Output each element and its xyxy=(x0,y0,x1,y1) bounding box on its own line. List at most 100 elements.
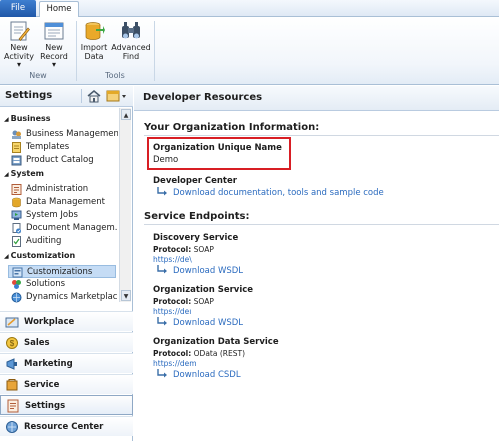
advanced-find-button[interactable]: Advanced Find xyxy=(111,20,151,61)
new-record-icon xyxy=(44,22,64,40)
protocol-value: OData (REST) xyxy=(193,349,245,358)
ribbon-separator xyxy=(154,21,155,81)
nav-title: Settings xyxy=(5,90,53,101)
resource-center-icon xyxy=(6,421,18,433)
import-data-button[interactable]: Import Data xyxy=(78,20,110,61)
svg-text:$: $ xyxy=(10,339,15,348)
tree-item-label: System Jobs xyxy=(26,210,78,220)
nav-header-divider xyxy=(81,89,82,103)
tree-item-administration[interactable]: Administration xyxy=(8,183,116,196)
menu-icon[interactable] xyxy=(106,89,128,103)
section-divider xyxy=(144,224,499,225)
scroll-down-icon[interactable]: ▼ xyxy=(121,290,131,301)
link-label: Download WSDL xyxy=(173,318,244,328)
tree-item-document-management[interactable]: Document Managem... xyxy=(8,222,118,235)
tree-item-label: Auditing xyxy=(26,236,62,246)
section-divider xyxy=(144,135,499,136)
tree-item-dynamics-marketplace[interactable]: Dynamics Marketplace xyxy=(8,291,118,304)
service-endpoints-heading: Service Endpoints: xyxy=(144,211,250,222)
solutions-icon xyxy=(12,280,21,289)
advanced-find-icon xyxy=(122,22,140,39)
area-settings[interactable]: Settings xyxy=(0,395,133,415)
ribbon-group-tools: Tools xyxy=(105,71,125,80)
advanced-find-label-2: Find xyxy=(122,51,140,61)
ribbon-tab-bar: File Home xyxy=(0,0,499,18)
collapse-triangle-icon: ◢ xyxy=(4,116,9,123)
tree-item-solutions[interactable]: Solutions xyxy=(8,278,116,291)
area-resource-center[interactable]: Resource Center xyxy=(0,416,133,436)
home-icon[interactable] xyxy=(86,89,102,103)
area-label: Service xyxy=(24,380,60,390)
tree-item-business-management[interactable]: Business Management xyxy=(8,128,118,141)
data-management-icon xyxy=(12,197,21,208)
tree-group-label: System xyxy=(10,169,44,178)
new-activity-button[interactable]: New Activity ▾ xyxy=(2,20,36,70)
document-management-icon xyxy=(12,223,21,234)
workplace-icon xyxy=(5,317,19,328)
tree-item-label: Templates xyxy=(26,142,70,152)
tree-item-data-management[interactable]: Data Management xyxy=(8,196,116,209)
tree-item-label: Administration xyxy=(26,184,89,194)
nav-header: Settings xyxy=(0,86,133,107)
nav-scrollbar[interactable]: ▲ ▼ xyxy=(119,108,131,302)
left-navigation: Settings ◢ Business Business Management T… xyxy=(0,86,133,441)
content-header: Developer Resources xyxy=(134,86,499,111)
new-record-label-2: Record ▾ xyxy=(40,51,68,69)
tree-item-customizations[interactable]: Customizations xyxy=(8,265,116,278)
link-label: Download WSDL xyxy=(173,266,244,276)
business-management-icon xyxy=(12,130,21,139)
area-sales[interactable]: $ Sales xyxy=(0,332,133,352)
administration-icon xyxy=(11,184,22,195)
link-arrow-icon xyxy=(157,187,167,196)
tree-group-business[interactable]: ◢ Business xyxy=(4,114,51,123)
protocol-label: Protocol: xyxy=(153,297,192,306)
area-service[interactable]: Service xyxy=(0,374,133,394)
protocol-label: Protocol: xyxy=(153,349,192,358)
organization-data-service-protocol: Protocol: OData (REST) xyxy=(153,349,245,358)
tab-file[interactable]: File xyxy=(0,0,36,17)
highlight-annotation-box xyxy=(147,137,291,170)
area-marketing[interactable]: Marketing xyxy=(0,353,133,373)
organization-data-service-name: Organization Data Service xyxy=(153,337,279,347)
customizations-icon xyxy=(12,267,23,278)
templates-icon xyxy=(12,142,21,153)
page-title: Developer Resources xyxy=(143,92,263,103)
scroll-up-icon[interactable]: ▲ xyxy=(121,109,131,120)
area-label: Workplace xyxy=(24,317,75,327)
tab-home[interactable]: Home xyxy=(39,1,79,18)
protocol-value: SOAP xyxy=(193,297,214,306)
tree-group-system[interactable]: ◢ System xyxy=(4,169,44,178)
tree-item-label: Business Management xyxy=(26,129,118,139)
tree-item-label: Product Catalog xyxy=(26,155,94,165)
tree-item-system-jobs[interactable]: System Jobs xyxy=(8,209,116,222)
tree-item-auditing[interactable]: Auditing xyxy=(8,235,116,248)
tree-group-label: Customization xyxy=(10,251,76,260)
area-workplace[interactable]: Workplace xyxy=(0,311,133,331)
tree-group-customization[interactable]: ◢ Customization xyxy=(4,251,75,260)
tree-item-product-catalog[interactable]: Product Catalog xyxy=(8,154,116,167)
ribbon-separator xyxy=(76,21,77,81)
link-label: Download documentation, tools and sample… xyxy=(173,188,384,198)
tree-item-label: Document Managem... xyxy=(26,223,118,233)
collapse-triangle-icon: ◢ xyxy=(4,171,9,178)
discovery-service-protocol: Protocol: SOAP xyxy=(153,245,214,254)
ribbon-group-new: New xyxy=(29,71,47,80)
link-arrow-icon xyxy=(157,369,167,378)
import-data-label-2: Data xyxy=(84,51,104,61)
area-label: Sales xyxy=(24,338,50,348)
protocol-label: Protocol: xyxy=(153,245,192,254)
org-info-heading: Your Organization Information: xyxy=(144,122,320,133)
discovery-service-name: Discovery Service xyxy=(153,233,239,243)
area-label: Resource Center xyxy=(24,422,104,432)
product-catalog-icon xyxy=(11,155,22,166)
tree-item-label: Data Management xyxy=(26,197,105,207)
new-activity-icon xyxy=(10,21,30,41)
link-label: Download CSDL xyxy=(173,370,241,380)
system-jobs-icon xyxy=(11,210,22,220)
area-label: Settings xyxy=(25,401,66,411)
auditing-icon xyxy=(12,236,21,247)
link-arrow-icon xyxy=(157,317,167,326)
tree-item-templates[interactable]: Templates xyxy=(8,141,116,154)
tree-item-label: Solutions xyxy=(26,279,66,289)
new-record-button[interactable]: New Record ▾ xyxy=(37,20,71,70)
